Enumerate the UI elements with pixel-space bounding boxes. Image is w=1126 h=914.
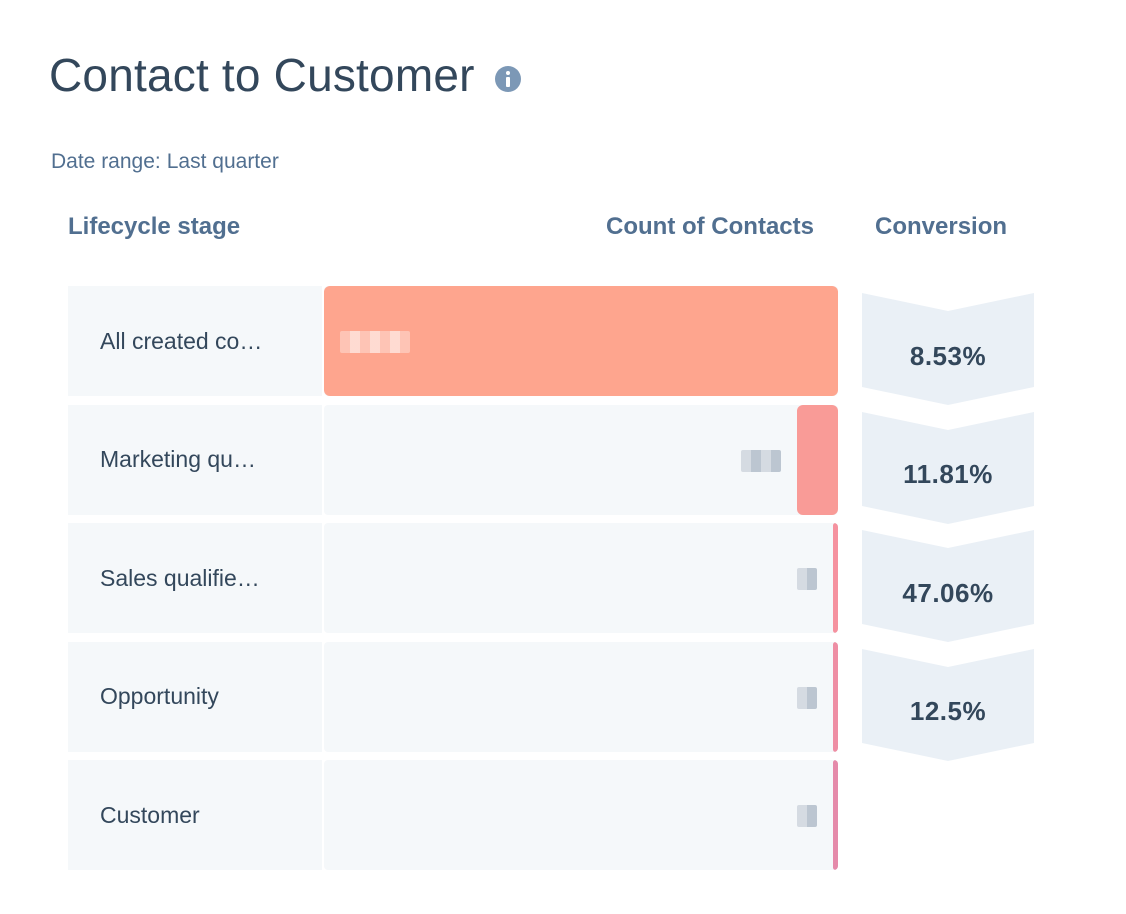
stage-label-cell: Opportunity bbox=[68, 641, 322, 752]
count-bar[interactable] bbox=[833, 641, 838, 752]
funnel-row[interactable]: Opportunity bbox=[68, 641, 838, 752]
count-bar[interactable] bbox=[833, 523, 838, 633]
funnel-row[interactable]: Marketing qu… bbox=[68, 404, 838, 515]
count-value-obscured bbox=[741, 449, 781, 472]
conversion-chevron: 11.81% bbox=[862, 411, 1034, 524]
stage-label-cell: All created co… bbox=[68, 286, 322, 396]
stage-label: Sales qualifie… bbox=[100, 564, 260, 591]
stage-label-cell: Customer bbox=[68, 760, 322, 870]
date-range-label: Date range: bbox=[51, 150, 161, 173]
date-range: Date range: Last quarter bbox=[51, 150, 279, 174]
stage-label: Customer bbox=[100, 801, 200, 828]
stage-label-cell: Marketing qu… bbox=[68, 404, 322, 515]
funnel-row[interactable]: All created co… bbox=[68, 286, 838, 396]
count-value-obscured bbox=[797, 686, 817, 709]
count-bar[interactable] bbox=[797, 404, 838, 515]
conversion-rate: 12.5% bbox=[909, 696, 987, 726]
funnel-row[interactable]: Sales qualifie… bbox=[68, 523, 838, 633]
conversion-rate: 11.81% bbox=[903, 459, 993, 489]
count-value-obscured bbox=[797, 805, 817, 827]
count-bar[interactable] bbox=[833, 760, 838, 870]
count-value-obscured bbox=[340, 331, 410, 353]
bar-cell bbox=[324, 286, 838, 396]
info-circle-icon[interactable] bbox=[494, 66, 521, 92]
funnel-row[interactable]: Customer bbox=[68, 760, 838, 870]
bar-cell bbox=[324, 641, 838, 752]
bar-cell bbox=[324, 523, 838, 633]
conversion-rate: 8.53% bbox=[909, 340, 987, 371]
column-header-conversion: Conversion bbox=[875, 213, 1008, 240]
date-range-value: Last quarter bbox=[166, 150, 279, 173]
conversion-chevron: 8.53% bbox=[862, 293, 1034, 405]
conversion-rate: 47.06% bbox=[902, 577, 994, 608]
page-title: Contact to Customer bbox=[49, 48, 521, 102]
conversion-chevron: 12.5% bbox=[862, 648, 1034, 761]
bar-cell bbox=[324, 760, 838, 870]
count-value-obscured bbox=[797, 568, 817, 590]
column-header-lifecycle-stage: Lifecycle stage bbox=[68, 213, 241, 240]
conversion-chevron: 47.06% bbox=[862, 530, 1034, 642]
stage-label-cell: Sales qualifie… bbox=[68, 523, 322, 633]
stage-label: All created co… bbox=[100, 327, 263, 354]
title-text: Contact to Customer bbox=[49, 49, 475, 101]
stage-label: Opportunity bbox=[100, 683, 219, 709]
bar-cell bbox=[324, 404, 838, 515]
stage-label: Marketing qu… bbox=[100, 446, 256, 472]
column-header-count-of-contacts: Count of Contacts bbox=[606, 213, 814, 240]
